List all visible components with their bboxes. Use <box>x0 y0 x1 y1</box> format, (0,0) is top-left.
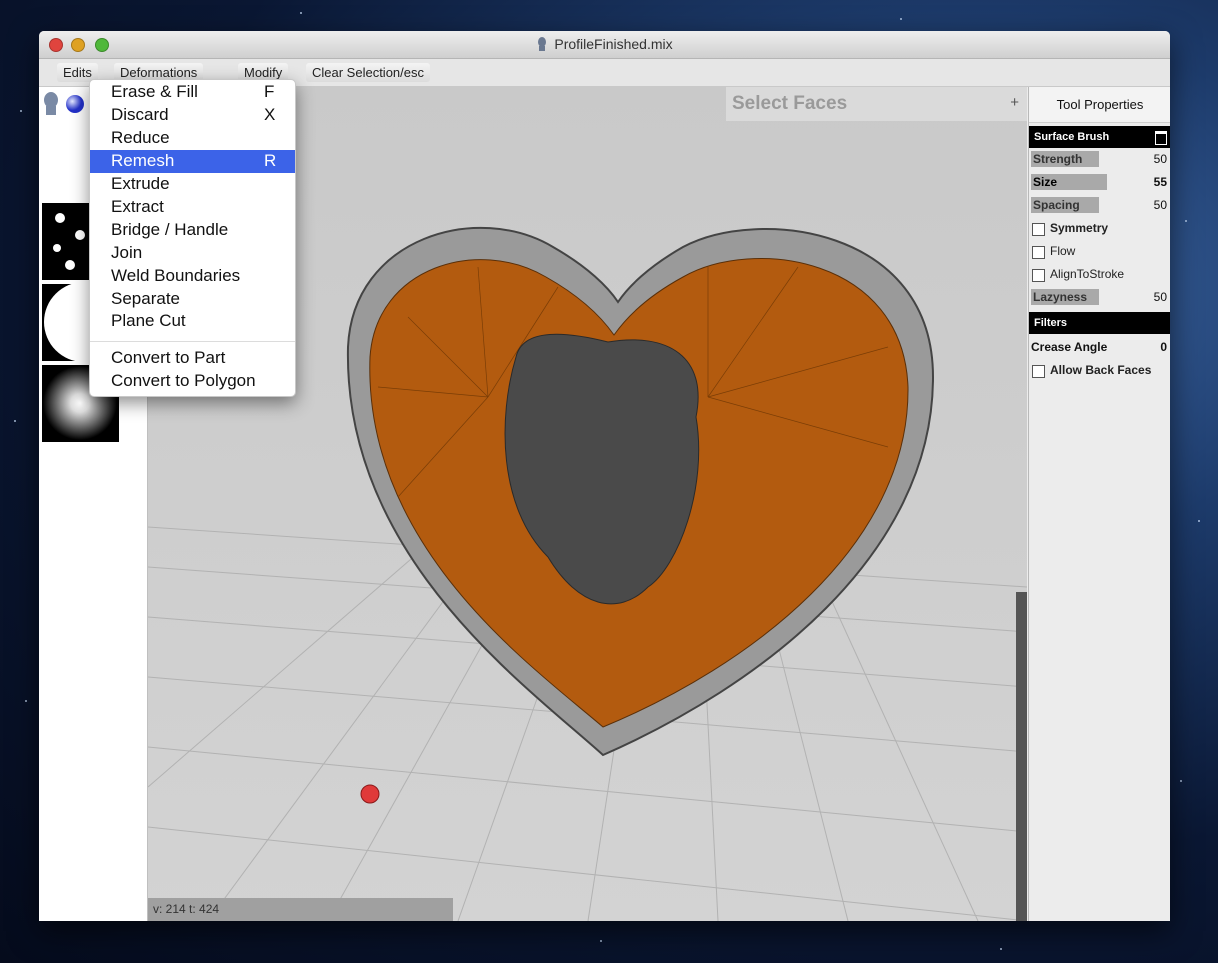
back-faces-label: Allow Back Faces <box>1050 363 1152 377</box>
menu-item-join[interactable]: Join <box>90 242 295 265</box>
panel-title: Tool Properties <box>1029 87 1170 123</box>
menu-item-bridge-handle[interactable]: Bridge / Handle <box>90 219 295 242</box>
spacing-label: Spacing <box>1033 198 1080 212</box>
size-label: Size <box>1033 175 1058 189</box>
flow-checkbox[interactable]: Flow <box>1029 240 1170 263</box>
sphere-icon[interactable] <box>65 94 85 114</box>
strength-value: 50 <box>1153 152 1167 166</box>
strength-label: Strength <box>1033 152 1083 166</box>
menu-item-label: Bridge / Handle <box>111 220 229 239</box>
crease-angle-field[interactable]: Crease Angle 0 <box>1029 336 1170 359</box>
menu-item-label: Erase & Fill <box>111 82 198 101</box>
menu-item-label: Join <box>111 243 143 262</box>
edits-dropdown-menu: Erase & Fill F Discard X Reduce Remesh R Ex… <box>89 79 296 397</box>
flow-label: Flow <box>1050 244 1076 258</box>
size-slider[interactable]: Size 55 <box>1029 171 1170 194</box>
menu-item-label: Extrude <box>111 174 170 193</box>
lazyness-value: 50 <box>1153 290 1167 304</box>
align-check[interactable] <box>1032 269 1045 282</box>
menu-item-reduce[interactable]: Reduce <box>90 127 295 150</box>
menu-item-label: Separate <box>111 289 180 308</box>
collapse-icon[interactable] <box>1155 131 1167 145</box>
clear-selection-button[interactable]: Clear Selection/esc <box>306 63 430 82</box>
lazyness-slider[interactable]: Lazyness 50 <box>1029 286 1170 309</box>
light-handle[interactable] <box>360 784 380 804</box>
menu-item-shortcut: F <box>264 82 275 101</box>
menu-item-extrude[interactable]: Extrude <box>90 173 295 196</box>
align-label: AlignToStroke <box>1050 267 1125 281</box>
menu-item-separate[interactable]: Separate <box>90 288 295 311</box>
symmetry-check[interactable] <box>1032 223 1045 236</box>
back-faces-check[interactable] <box>1032 365 1045 378</box>
lazyness-label: Lazyness <box>1033 290 1088 304</box>
mode-title: Select Faces <box>732 93 848 114</box>
menu-item-weld-boundaries[interactable]: Weld Boundaries <box>90 265 295 288</box>
section-title: Surface Brush <box>1034 131 1110 143</box>
title-bar: ProfileFinished.mix <box>39 31 1170 59</box>
menu-item-label: Remesh <box>111 151 175 170</box>
menu-item-label: Convert to Part <box>111 348 226 367</box>
crease-value: 0 <box>1160 340 1167 354</box>
size-value: 55 <box>1153 175 1167 189</box>
menu-item-label: Weld Boundaries <box>111 266 241 285</box>
heart-model[interactable] <box>346 227 935 757</box>
status-bar: v: 214 t: 424 <box>148 898 453 921</box>
viewport-scrollbar[interactable] <box>1016 592 1027 921</box>
symmetry-checkbox[interactable]: Symmetry <box>1029 217 1170 240</box>
menu-separator <box>90 341 295 342</box>
menu-item-shortcut: X <box>264 105 276 124</box>
allow-back-faces-checkbox[interactable]: Allow Back Faces <box>1029 359 1170 382</box>
spacing-value: 50 <box>1153 198 1167 212</box>
crease-label: Crease Angle <box>1031 340 1108 354</box>
menu-item-shortcut: R <box>264 151 277 170</box>
strength-slider[interactable]: Strength 50 <box>1029 148 1170 171</box>
surface-brush-header: Surface Brush <box>1029 126 1170 148</box>
menu-item-convert-to-part[interactable]: Convert to Part <box>90 347 295 370</box>
symmetry-label: Symmetry <box>1050 221 1109 235</box>
menu-item-extract[interactable]: Extract <box>90 196 295 219</box>
menu-item-discard[interactable]: Discard X <box>90 104 295 127</box>
menu-item-erase-fill[interactable]: Erase & Fill F <box>90 81 295 104</box>
menu-item-remesh[interactable]: Remesh R <box>90 150 295 173</box>
menu-item-label: Discard <box>111 105 169 124</box>
tool-properties-panel: Tool Properties Surface Brush Strength 50… <box>1028 87 1170 921</box>
spacing-slider[interactable]: Spacing 50 <box>1029 194 1170 217</box>
document-icon <box>538 37 547 51</box>
head-icon[interactable] <box>41 91 61 115</box>
mode-expand-button[interactable]: + <box>1010 94 1019 111</box>
align-to-stroke-checkbox[interactable]: AlignToStroke <box>1029 263 1170 286</box>
menu-item-label: Reduce <box>111 128 170 147</box>
menu-item-label: Plane Cut <box>111 311 186 330</box>
filters-header: Filters <box>1029 312 1170 334</box>
app-window: ProfileFinished.mix Edits Deformations M… <box>39 31 1170 921</box>
menu-item-convert-to-polygon[interactable]: Convert to Polygon <box>90 370 295 393</box>
mode-panel: Select Faces + <box>726 87 1027 121</box>
menu-item-plane-cut[interactable]: Plane Cut <box>90 310 295 333</box>
menu-item-label: Extract <box>111 197 164 216</box>
window-title: ProfileFinished.mix <box>554 36 673 52</box>
flow-check[interactable] <box>1032 246 1045 259</box>
menu-item-label: Convert to Polygon <box>111 371 256 390</box>
